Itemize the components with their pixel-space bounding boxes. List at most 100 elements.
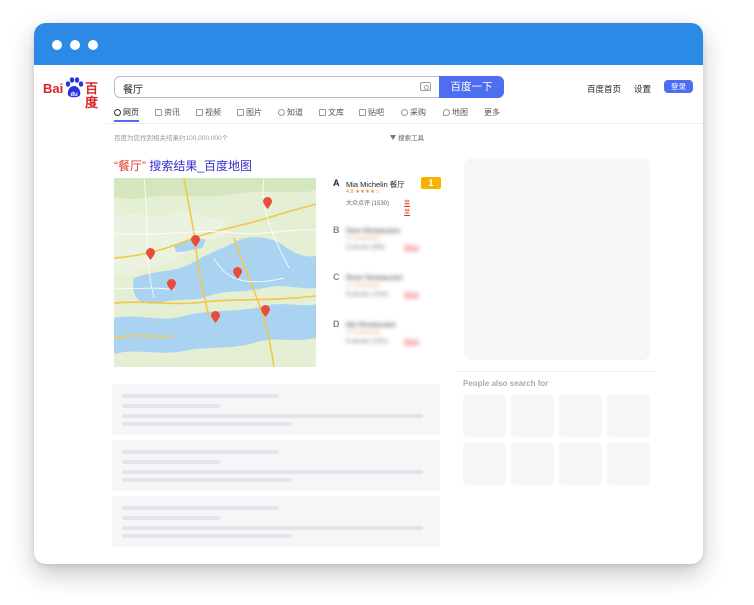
tab-wenku[interactable]: 文库 <box>319 107 344 118</box>
tab-label: 资讯 <box>164 108 180 117</box>
place-name[interactable]: River Restaurant <box>346 273 402 282</box>
forum-icon <box>359 109 366 116</box>
related-search-tile[interactable] <box>607 443 650 485</box>
baidu-home-link[interactable]: 百度首页 <box>587 83 621 95</box>
browser-titlebar <box>34 23 703 65</box>
related-search-tile[interactable] <box>559 443 602 485</box>
tab-map[interactable]: 地图 <box>443 107 468 118</box>
nav-divider <box>106 123 703 124</box>
tab-label: 地图 <box>452 108 468 117</box>
settings-link[interactable]: 设置 <box>634 83 651 95</box>
place-reviews: Evaluate (1530) <box>346 292 389 298</box>
search-icon <box>114 109 121 116</box>
tab-label: 采购 <box>410 108 426 117</box>
title-rest: 搜索结果_百度地图 <box>146 159 253 173</box>
tab-label: 知道 <box>287 108 303 117</box>
placeholder-line <box>122 404 220 408</box>
map-pin-icon[interactable] <box>191 235 200 247</box>
search-query: 餐厅 <box>123 85 143 96</box>
search-button[interactable]: 百度一下 <box>439 76 504 98</box>
placeholder-line <box>122 534 292 538</box>
question-icon <box>278 109 285 116</box>
window-dot-icon[interactable] <box>88 40 98 50</box>
map-icon <box>443 109 450 116</box>
browser-window: Bai du 百度 餐厅 百度一下 百度首页 设置 登录 网页 资讯 视频 图片… <box>34 23 703 564</box>
paw-icon: du <box>65 77 84 98</box>
tab-zhidao[interactable]: 知道 <box>278 107 303 118</box>
map-graphic <box>114 178 316 367</box>
placeholder-line <box>122 506 279 510</box>
image-icon <box>237 109 244 116</box>
related-search-tile[interactable] <box>463 443 506 485</box>
place-menu-link[interactable]: Menu <box>404 292 419 298</box>
tab-label: 网页 <box>123 108 139 117</box>
place-rating: 4.9 ★★★★★ <box>346 330 380 336</box>
window-dot-icon[interactable] <box>52 40 62 50</box>
map-pin-icon[interactable] <box>263 197 272 209</box>
place-reviews: 大众点评 (1530) <box>346 201 390 207</box>
filter-icon <box>390 135 396 140</box>
video-icon <box>196 109 203 116</box>
tab-news[interactable]: 资讯 <box>155 107 180 118</box>
place-name[interactable]: Mo Restaurant <box>346 320 395 329</box>
place-letter: D <box>333 319 340 329</box>
tab-caigou[interactable]: 采购 <box>401 107 426 118</box>
search-input[interactable]: 餐厅 <box>114 76 439 98</box>
map-pin-icon[interactable] <box>146 248 155 260</box>
tab-more[interactable]: 更多 <box>484 107 500 118</box>
place-menu-link[interactable]: Menu <box>404 245 419 251</box>
knowledge-panel-placeholder <box>464 158 650 360</box>
map-pin-icon[interactable] <box>167 279 176 291</box>
placeholder-line <box>122 526 423 530</box>
result-placeholder <box>112 496 440 547</box>
place-name[interactable]: Dew Restaurant <box>346 226 400 235</box>
placeholder-line <box>122 414 423 418</box>
placeholder-line <box>122 450 279 454</box>
baidu-logo[interactable]: Bai du 百度 <box>43 77 109 110</box>
map-pin-icon[interactable] <box>211 311 220 323</box>
tab-video[interactable]: 视频 <box>196 107 221 118</box>
tab-label: 文库 <box>328 108 344 117</box>
camera-icon[interactable] <box>420 82 431 91</box>
tab-tieba[interactable]: 贴吧 <box>359 107 384 118</box>
place-reviews: Evaluate (1551) <box>346 339 389 345</box>
cart-icon <box>401 109 408 116</box>
result-title-link[interactable]: “餐厅” 搜索结果_百度地图 <box>114 157 252 174</box>
document-icon <box>319 109 326 116</box>
related-search-tile[interactable] <box>607 395 650 437</box>
search-tools-label: 搜索工具 <box>398 135 424 142</box>
window-dot-icon[interactable] <box>70 40 80 50</box>
placeholder-line <box>122 394 279 398</box>
result-count: 百度为您找到相关结果约100,000,000个 <box>114 135 229 142</box>
title-keyword: 餐厅 <box>118 159 143 173</box>
related-search-tile[interactable] <box>463 395 506 437</box>
tab-web[interactable]: 网页 <box>114 107 139 118</box>
place-letter: A <box>333 178 340 188</box>
placeholder-line <box>122 478 292 482</box>
rank-badge: 1 <box>421 177 441 189</box>
login-button[interactable]: 登录 <box>664 80 693 93</box>
paw-du-text: du <box>70 92 78 98</box>
map-pin-icon[interactable] <box>233 267 242 279</box>
tab-label: 贴吧 <box>368 108 384 117</box>
right-divider <box>456 371 656 372</box>
result-placeholder <box>112 440 440 491</box>
related-search-tile[interactable] <box>511 443 554 485</box>
tab-label: 图片 <box>246 108 262 117</box>
search-tools-link[interactable]: 搜索工具 <box>390 132 424 142</box>
related-search-tile[interactable] <box>511 395 554 437</box>
place-rating: 4.8 ★★★★☆ <box>346 189 380 195</box>
logo-bai-text: Bai <box>43 81 64 96</box>
place-reviews: Evaluate (580) <box>346 245 386 251</box>
place-menu-link[interactable]: 菜单 <box>404 198 410 216</box>
placeholder-line <box>122 422 292 426</box>
related-search-tile[interactable] <box>559 395 602 437</box>
place-menu-link[interactable]: Menu <box>404 339 419 345</box>
map-pin-icon[interactable] <box>261 305 270 317</box>
placeholder-line <box>122 460 220 464</box>
tab-image[interactable]: 图片 <box>237 107 262 118</box>
placeholder-line <box>122 516 220 520</box>
result-map[interactable] <box>114 178 316 367</box>
people-also-search-heading: People also search for <box>463 379 549 388</box>
place-rating: 4.7 ★★★★★ <box>346 283 380 289</box>
